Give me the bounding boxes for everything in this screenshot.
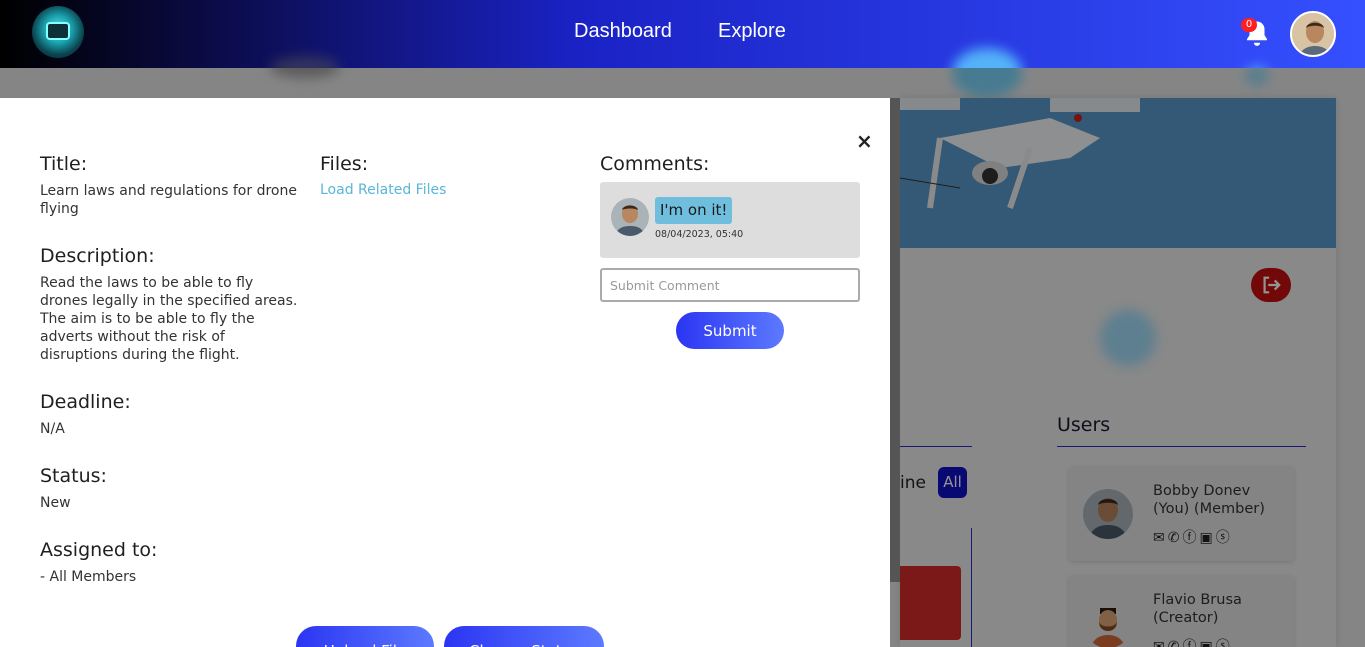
assigned-label: Assigned to: <box>40 539 158 561</box>
comments-label: Comments: <box>600 153 710 175</box>
title-value: Learn laws and regulations for drone fly… <box>40 183 297 217</box>
change-status-button[interactable]: Change Status <box>444 626 604 647</box>
top-navbar: Dashboard Explore 0 <box>0 0 1365 68</box>
deadline-label: Deadline: <box>40 391 131 413</box>
title-label: Title: <box>40 153 88 175</box>
logo-mark <box>46 22 70 40</box>
submit-comment-button[interactable]: Submit <box>676 312 784 349</box>
notification-badge: 0 <box>1241 18 1257 32</box>
comments-list: I'm on it! 08/04/2023, 05:40 <box>600 182 860 258</box>
description-value: Read the laws to be able to fly drones l… <box>40 275 298 363</box>
deadline-value: N/A <box>40 421 65 437</box>
comment-timestamp: 08/04/2023, 05:40 <box>655 229 744 240</box>
files-label: Files: <box>320 153 369 175</box>
comment-avatar-photo <box>611 198 649 236</box>
assigned-value: - All Members <box>40 569 137 585</box>
app-logo[interactable] <box>32 6 84 58</box>
nav-explore-link[interactable]: Explore <box>718 20 786 43</box>
status-value: New <box>40 495 71 511</box>
modal-scrollbar[interactable] <box>890 98 900 582</box>
comment-input[interactable] <box>600 268 860 302</box>
user-avatar-photo <box>1292 13 1334 55</box>
description-label: Description: <box>40 245 155 267</box>
load-files-link[interactable]: Load Related Files <box>320 182 446 198</box>
nav-dashboard-link[interactable]: Dashboard <box>574 20 672 43</box>
close-modal-button[interactable]: × <box>856 129 873 153</box>
comment-avatar <box>611 198 649 236</box>
comment-text: I'm on it! <box>655 197 733 224</box>
status-label: Status: <box>40 465 107 487</box>
user-avatar[interactable] <box>1290 11 1336 57</box>
task-details-modal <box>0 98 890 647</box>
upload-file-button[interactable]: Upload File <box>296 626 434 647</box>
